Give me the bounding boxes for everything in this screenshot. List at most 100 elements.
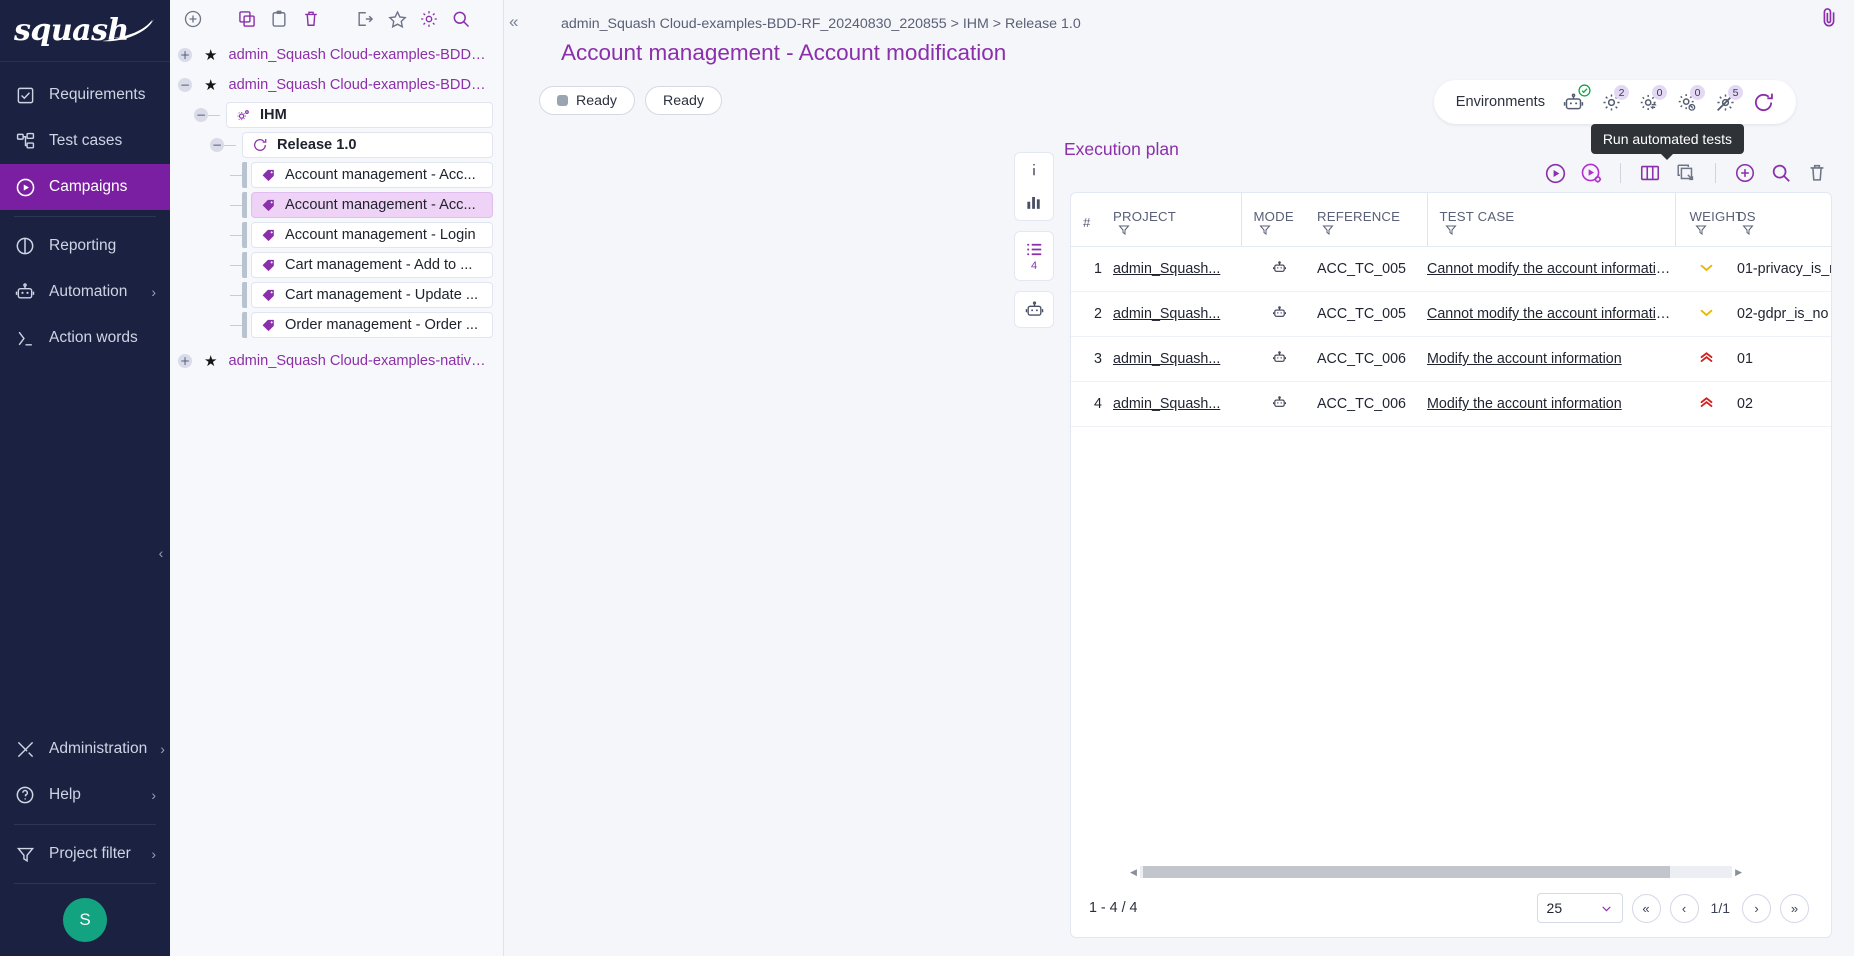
tree-node-iteration[interactable]: − IHM (170, 100, 503, 130)
table-row[interactable]: 3 admin_Squash... ACC_TC_006 (1071, 337, 1832, 382)
collapse-toggle-icon[interactable]: − (194, 108, 208, 122)
first-page-button[interactable]: « (1632, 894, 1661, 923)
horizontal-scrollbar[interactable]: ◀ ▶ (1071, 865, 1831, 879)
status-badge-execution[interactable]: Ready (539, 86, 635, 115)
table-row[interactable]: 4 admin_Squash... ACC_TC_006 (1071, 382, 1832, 427)
sidebar-item-help[interactable]: Help › (0, 772, 170, 818)
next-page-button[interactable]: › (1742, 894, 1771, 923)
paperclip-icon[interactable] (1818, 6, 1840, 28)
collapse-toggle-icon[interactable]: − (178, 78, 192, 92)
status-badge-campaign[interactable]: Ready (645, 86, 722, 115)
tree-node-campaign[interactable]: Cart management - Add to ... (170, 250, 503, 280)
scroll-thumb[interactable] (1143, 866, 1670, 878)
add-circle-icon[interactable] (178, 4, 208, 34)
collapse-tree-button[interactable]: « (509, 12, 518, 32)
favorite-star-icon[interactable]: ★ (204, 352, 217, 370)
tree-item-campaign[interactable]: Order management - Order ... (251, 312, 493, 338)
tree-node-campaign[interactable]: Cart management - Update ... (170, 280, 503, 310)
collapse-toggle-icon[interactable]: − (210, 138, 224, 152)
tree-node-campaign[interactable]: Account management - Acc... (170, 190, 503, 220)
table-row[interactable]: 2 admin_Squash... ACC_TC_005 (1071, 292, 1832, 337)
settings-gear-icon[interactable] (414, 4, 444, 34)
run-automated-icon[interactable] (1576, 158, 1606, 188)
cell-test-case[interactable]: Cannot modify the account informatio... (1427, 292, 1675, 337)
sidebar-item-reporting[interactable]: Reporting (0, 223, 170, 269)
last-page-button[interactable]: » (1780, 894, 1809, 923)
previous-page-button[interactable]: ‹ (1670, 894, 1699, 923)
sidebar-item-campaigns[interactable]: Campaigns (0, 164, 170, 210)
delete-icon[interactable] (1802, 158, 1832, 188)
sidebar-item-project-filter[interactable]: Project filter › (0, 831, 170, 877)
duplicate-select-icon[interactable] (1671, 158, 1701, 188)
tab-automation[interactable] (1021, 300, 1047, 319)
sidebar-item-action-words[interactable]: Action words (0, 315, 170, 361)
cell-test-case[interactable]: Modify the account information (1427, 337, 1675, 382)
favorite-star-icon[interactable]: ★ (204, 46, 217, 64)
col-header-project[interactable]: PROJECT (1113, 193, 1241, 247)
columns-icon[interactable] (1635, 158, 1665, 188)
cell-test-case[interactable]: Cannot modify the account informatio... (1427, 247, 1675, 292)
tree-item-ihm[interactable]: IHM (226, 102, 493, 128)
filter-icon[interactable] (1322, 224, 1334, 236)
sidebar-item-administration[interactable]: Administration › (0, 726, 170, 772)
expand-toggle-icon[interactable]: + (178, 354, 192, 368)
run-icon[interactable] (1540, 158, 1570, 188)
col-header-mode[interactable]: MODE (1241, 193, 1317, 247)
avatar[interactable]: S (63, 898, 107, 942)
add-circle-icon[interactable] (1730, 158, 1760, 188)
expand-toggle-icon[interactable]: + (178, 48, 192, 62)
tree-node-campaign[interactable]: Account management - Acc... (170, 160, 503, 190)
search-icon[interactable] (446, 4, 476, 34)
filter-icon[interactable] (1118, 224, 1130, 236)
cell-project[interactable]: admin_Squash... (1113, 382, 1241, 427)
gear-disabled-icon[interactable]: 5 (1712, 89, 1738, 115)
tree-item-campaign[interactable]: Account management - Acc... (251, 162, 493, 188)
tree-node-project[interactable]: − ★ admin_Squash Cloud-examples-BDD-... (170, 70, 503, 100)
page-size-select[interactable]: 25 (1537, 893, 1623, 923)
tab-statistics[interactable] (1021, 193, 1047, 212)
cell-test-case[interactable]: Modify the account information (1427, 382, 1675, 427)
scroll-track[interactable] (1140, 866, 1732, 878)
col-header-weight[interactable]: WEIGHT (1675, 193, 1737, 247)
export-icon[interactable] (350, 4, 380, 34)
cell-project[interactable]: admin_Squash... (1113, 337, 1241, 382)
gear-sync-icon[interactable]: 0 (1636, 89, 1662, 115)
sidebar-item-test-cases[interactable]: Test cases (0, 118, 170, 164)
sidebar-item-requirements[interactable]: Requirements (0, 72, 170, 118)
copy-icon[interactable] (232, 4, 262, 34)
paste-icon[interactable] (264, 4, 294, 34)
tree-node-campaign[interactable]: Account management - Login (170, 220, 503, 250)
sidebar-item-automation[interactable]: Automation › (0, 269, 170, 315)
col-header-ds[interactable]: DS (1737, 193, 1832, 247)
tree-item-campaign[interactable]: Cart management - Add to ... (251, 252, 493, 278)
filter-icon[interactable] (1259, 224, 1271, 236)
tree-item-campaign[interactable]: Account management - Login (251, 222, 493, 248)
search-icon[interactable] (1766, 158, 1796, 188)
gear-clock-icon[interactable]: 0 (1674, 89, 1700, 115)
tree-node-project[interactable]: + ★ admin_Squash Cloud-examples-BDD-... (170, 40, 503, 70)
table-row[interactable]: 1 admin_Squash... ACC_TC_005 (1071, 247, 1832, 292)
tree-node-release[interactable]: − Release 1.0 (170, 130, 503, 160)
tree-item-release[interactable]: Release 1.0 (242, 132, 493, 158)
cell-project[interactable]: admin_Squash... (1113, 247, 1241, 292)
scroll-left-icon[interactable]: ◀ (1127, 867, 1140, 878)
favorite-star-icon[interactable] (382, 4, 412, 34)
col-header-test-case[interactable]: TEST CASE (1427, 193, 1675, 247)
collapse-nav-button[interactable]: ‹ (151, 540, 171, 566)
refresh-icon[interactable] (1750, 89, 1776, 115)
tab-execution-plan[interactable]: 4 (1021, 240, 1047, 272)
tree-node-project[interactable]: + ★ admin_Squash Cloud-examples-native..… (170, 346, 503, 376)
app-logo[interactable]: squash (0, 0, 170, 62)
tab-information[interactable] (1021, 161, 1047, 179)
scroll-right-icon[interactable]: ▶ (1732, 867, 1745, 878)
cell-project[interactable]: admin_Squash... (1113, 292, 1241, 337)
filter-icon[interactable] (1445, 224, 1457, 236)
favorite-star-icon[interactable]: ★ (204, 76, 217, 94)
filter-icon[interactable] (1742, 224, 1754, 236)
delete-icon[interactable] (296, 4, 326, 34)
filter-icon[interactable] (1695, 224, 1707, 236)
col-header-reference[interactable]: REFERENCE (1317, 193, 1427, 247)
tree-item-campaign[interactable]: Cart management - Update ... (251, 282, 493, 308)
gear-icon[interactable]: 2 (1598, 89, 1624, 115)
tree-item-campaign-selected[interactable]: Account management - Acc... (251, 192, 493, 218)
